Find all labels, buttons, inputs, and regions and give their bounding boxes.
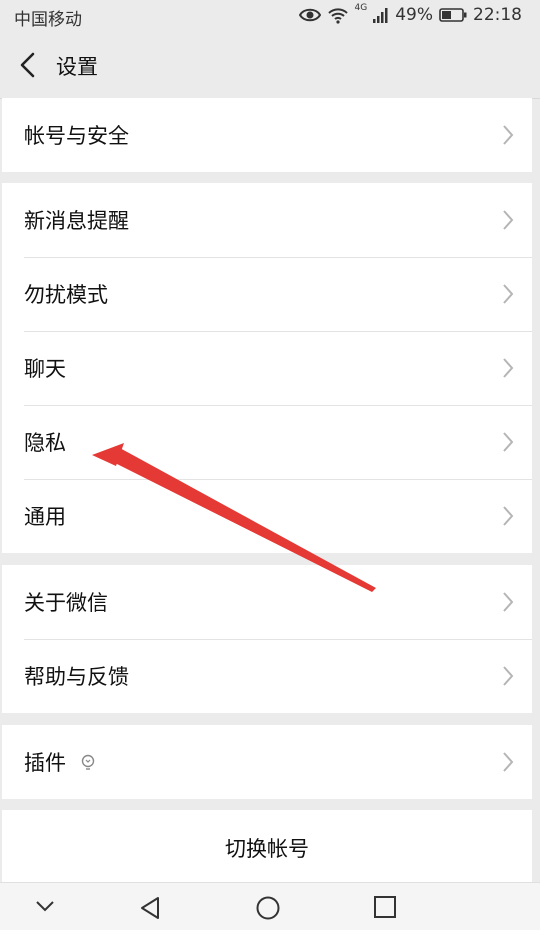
settings-item-label: 通用 <box>24 505 66 529</box>
settings-item-about-wechat[interactable]: 关于微信 <box>2 565 532 639</box>
carrier-name: 中国移动 <box>14 10 82 30</box>
settings-item-label: 新消息提醒 <box>24 209 129 233</box>
chevron-down-icon[interactable] <box>34 899 56 913</box>
settings-item-label: 帮助与反馈 <box>24 665 129 689</box>
settings-item-label: 帐号与安全 <box>24 124 129 148</box>
network-type: 4G <box>354 3 368 13</box>
settings-group-account: 帐号与安全 <box>2 98 532 172</box>
clock: 22:18 <box>473 5 522 25</box>
settings-item-plugins[interactable]: 插件 <box>2 725 532 799</box>
chevron-right-icon <box>503 752 514 772</box>
settings-item-privacy[interactable]: 隐私 <box>2 405 532 479</box>
switch-account-button[interactable]: 切换帐号 <box>2 810 532 886</box>
battery-icon <box>439 8 467 22</box>
settings-item-chat[interactable]: 聊天 <box>2 331 532 405</box>
system-nav-bar <box>0 882 540 930</box>
page-title: 设置 <box>56 55 98 79</box>
battery-percent: 49% <box>395 5 433 25</box>
settings-item-label: 聊天 <box>24 357 66 381</box>
settings-item-label: 插件 <box>24 751 66 775</box>
chevron-right-icon <box>503 506 514 526</box>
settings-item-account-security[interactable]: 帐号与安全 <box>2 98 532 172</box>
chevron-right-icon <box>503 666 514 686</box>
status-icons: 4G 49% 22:18 <box>298 3 522 25</box>
settings-item-new-message-alert[interactable]: 新消息提醒 <box>2 183 532 257</box>
switch-account-label: 切换帐号 <box>225 837 309 861</box>
lightbulb-icon <box>81 754 95 770</box>
chevron-right-icon <box>503 125 514 145</box>
status-bar: 中国移动 4G 49% 22:18 <box>0 0 540 32</box>
settings-item-label: 关于微信 <box>24 591 108 615</box>
chevron-right-icon <box>503 592 514 612</box>
settings-item-label: 隐私 <box>24 431 66 455</box>
title-bar: 设置 <box>0 32 540 99</box>
nav-recents-icon[interactable] <box>373 895 397 919</box>
settings-item-help-feedback[interactable]: 帮助与反馈 <box>2 639 532 713</box>
chevron-right-icon <box>503 284 514 304</box>
wifi-icon <box>327 8 348 24</box>
chevron-right-icon <box>503 432 514 452</box>
settings-group-plugins: 插件 <box>2 725 532 799</box>
settings-group-main: 新消息提醒 勿扰模式 聊天 隐私 通用 <box>2 183 532 553</box>
settings-item-label: 勿扰模式 <box>24 283 108 307</box>
nav-back-icon[interactable] <box>138 895 162 921</box>
eye-icon <box>298 8 321 22</box>
chevron-left-icon[interactable] <box>14 50 44 80</box>
signal-icon <box>373 8 388 23</box>
chevron-right-icon <box>503 210 514 230</box>
nav-home-icon[interactable] <box>255 895 281 921</box>
settings-item-general[interactable]: 通用 <box>2 479 532 553</box>
settings-group-about: 关于微信 帮助与反馈 <box>2 565 532 713</box>
chevron-right-icon <box>503 358 514 378</box>
settings-item-do-not-disturb[interactable]: 勿扰模式 <box>2 257 532 331</box>
